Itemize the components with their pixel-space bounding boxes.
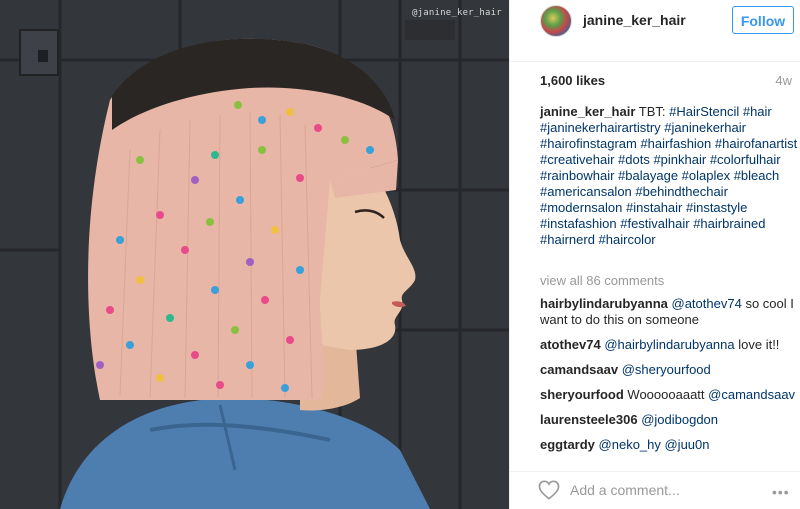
heart-icon[interactable] (538, 480, 560, 500)
comment-item: hairbylindarubyanna @atothev74 so cool I… (540, 296, 798, 328)
comment-mention[interactable]: @hairbylindarubyanna (604, 337, 734, 352)
caption-username[interactable]: janine_ker_hair (540, 104, 635, 119)
comment-username[interactable]: hairbylindarubyanna (540, 296, 668, 311)
view-all-comments-link[interactable]: view all 86 comments (540, 273, 664, 288)
comment-username[interactable]: eggtardy (540, 437, 595, 452)
likes-count[interactable]: 1,600 likes (540, 73, 605, 88)
post-header: janine_ker_hair Follow (510, 0, 800, 62)
comment-item: sheryourfood Woooooaaatt @camandsaav (540, 387, 798, 403)
comment-username[interactable]: atothev74 (540, 337, 601, 352)
follow-button[interactable]: Follow (732, 6, 794, 34)
post-details-panel: janine_ker_hair Follow 1,600 likes 4w ja… (509, 0, 800, 509)
more-options-icon[interactable]: ••• (772, 485, 790, 499)
post-photo[interactable]: @janine_ker_hair (0, 0, 509, 509)
add-comment-input[interactable] (570, 482, 760, 498)
comment-mention[interactable]: @jodibogdon (641, 412, 718, 427)
comment-mention[interactable]: @sheryourfood (622, 362, 711, 377)
comment-mention[interactable]: @atothev74 (672, 296, 742, 311)
comment-mention[interactable]: @camandsaav (708, 387, 795, 402)
comment-footer: ••• (510, 471, 800, 509)
comment-mention[interactable]: @neko_hy @juu0n (599, 437, 710, 452)
comment-item: atothev74 @hairbylindarubyanna love it!! (540, 337, 798, 353)
caption-hashtags[interactable]: #HairStencil #hair #janinekerhairartistr… (540, 104, 797, 247)
photo-illustration (0, 0, 509, 509)
comment-item: laurensteele306 @jodibogdon (540, 412, 798, 428)
post-caption: janine_ker_hair TBT: #HairStencil #hair … (540, 104, 798, 248)
photo-watermark: @janine_ker_hair (412, 8, 502, 18)
comment-text: Woooooaaatt (627, 387, 705, 402)
comment-item: eggtardy @neko_hy @juu0n (540, 437, 798, 453)
comment-username[interactable]: camandsaav (540, 362, 618, 377)
comments-list: hairbylindarubyanna @atothev74 so cool I… (540, 296, 798, 462)
caption-text: TBT: (638, 104, 666, 119)
post-time[interactable]: 4w (775, 73, 792, 88)
comment-item: camandsaav @sheryourfood (540, 362, 798, 378)
comment-text: love it!! (738, 337, 780, 352)
comment-username[interactable]: laurensteele306 (540, 412, 638, 427)
avatar[interactable] (540, 5, 572, 37)
post-username[interactable]: janine_ker_hair (583, 12, 686, 28)
comment-username[interactable]: sheryourfood (540, 387, 624, 402)
